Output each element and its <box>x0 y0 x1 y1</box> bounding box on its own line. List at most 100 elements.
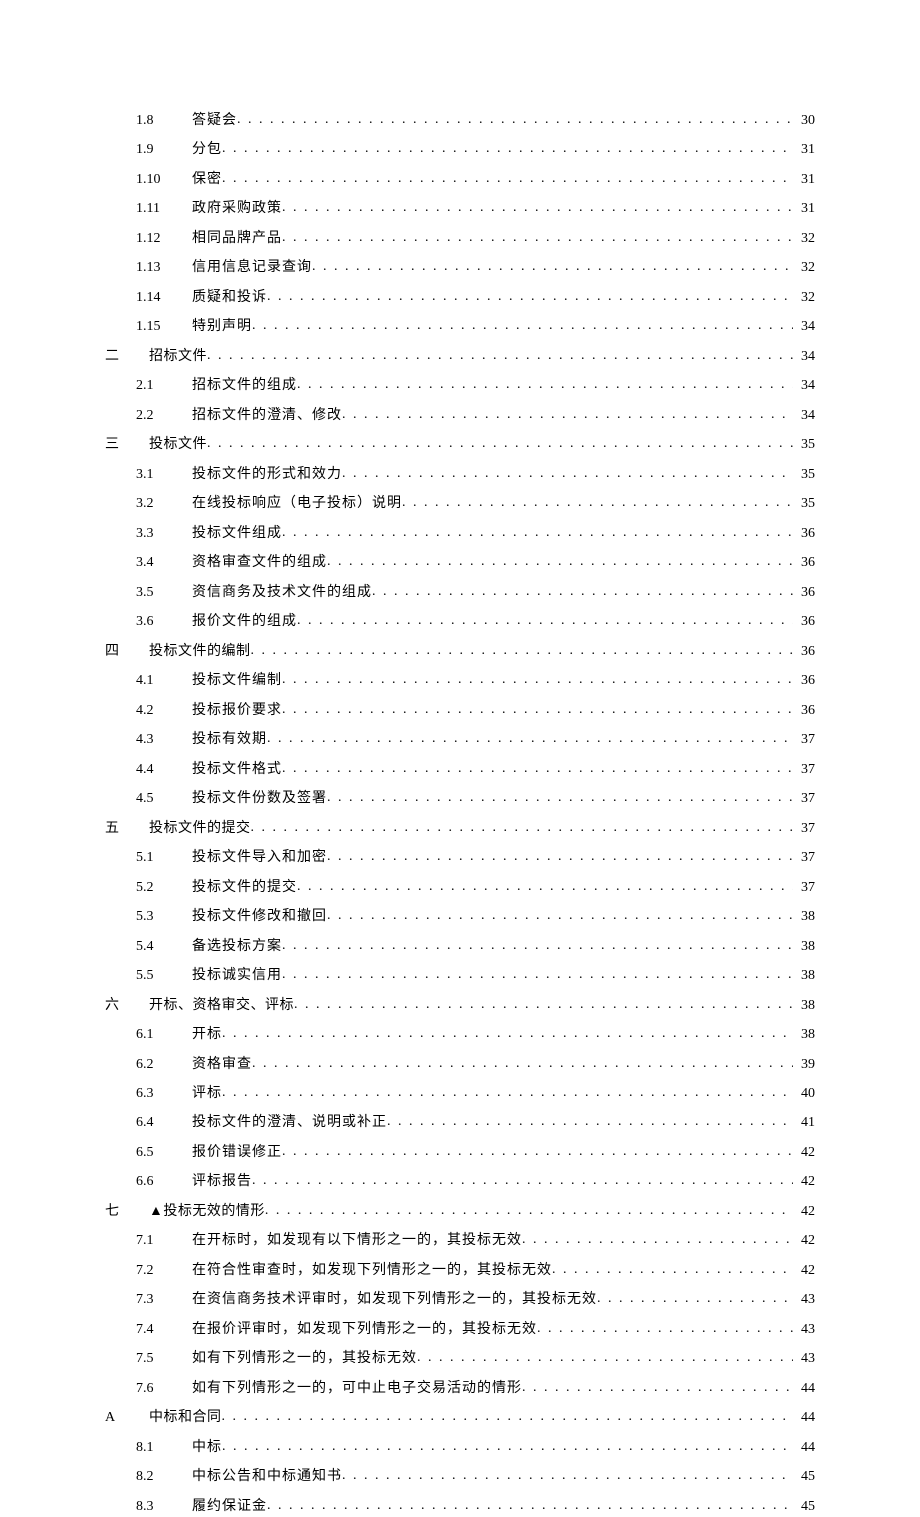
toc-entry: 3.1投标文件的形式和效力35 <box>105 464 815 485</box>
toc-page-number: 36 <box>793 701 815 721</box>
toc-leader-dots <box>522 1378 793 1392</box>
toc-title: 履约保证金 <box>192 1497 267 1517</box>
toc-page-number: 36 <box>793 671 815 691</box>
toc-title: 投标文件的澄清、说明或补正 <box>192 1113 387 1133</box>
toc-page-number: 36 <box>793 612 815 632</box>
toc-page-number: 37 <box>793 730 815 750</box>
toc-title: 投标诚实信用 <box>192 966 282 986</box>
toc-number: 1.15 <box>136 317 192 337</box>
toc-page-number: 34 <box>793 317 815 337</box>
toc-entry: 3.5资信商务及技术文件的组成36 <box>105 582 815 603</box>
toc-title: 投标文件的提交 <box>149 819 251 839</box>
toc-title: 在开标时，如发现有以下情形之一的，其投标无效 <box>192 1231 522 1251</box>
toc-entry: 5.4备选投标方案38 <box>105 936 815 957</box>
toc-entry: 1.15特别声明34 <box>105 316 815 337</box>
toc-title: 政府采购政策 <box>192 199 282 219</box>
toc-leader-dots <box>222 1024 793 1038</box>
toc-entry: 7.3在资信商务技术评审时，如发现下列情形之一的，其投标无效43 <box>105 1289 815 1310</box>
toc-entry: 5.2投标文件的提交37 <box>105 877 815 898</box>
toc-page: 1.8答疑会301.9分包311.10保密311.11政府采购政策311.12相… <box>0 0 920 1301</box>
toc-page-number: 34 <box>793 406 815 426</box>
toc-leader-dots <box>282 700 793 714</box>
toc-title: 招标文件的澄清、修改 <box>192 406 342 426</box>
toc-entry: 1.11政府采购政策31 <box>105 198 815 219</box>
toc-entry: 1.8答疑会30 <box>105 110 815 131</box>
toc-number: 1.9 <box>136 140 192 160</box>
toc-leader-dots <box>372 582 793 596</box>
toc-page-number: 42 <box>793 1143 815 1163</box>
toc-number: 7.6 <box>136 1379 192 1399</box>
toc-leader-dots <box>282 670 793 684</box>
toc-page-number: 45 <box>793 1467 815 1487</box>
toc-entry: 1.9分包31 <box>105 139 815 160</box>
toc-number: 3.6 <box>136 612 192 632</box>
toc-number: 2.1 <box>136 376 192 396</box>
toc-title: 如有下列情形之一的，其投标无效 <box>192 1349 417 1369</box>
toc-page-number: 36 <box>793 583 815 603</box>
toc-leader-dots <box>207 434 793 448</box>
toc-entry: 7.1在开标时，如发现有以下情形之一的，其投标无效42 <box>105 1230 815 1251</box>
toc-entry: 7.6如有下列情形之一的，可中止电子交易活动的情形44 <box>105 1378 815 1399</box>
toc-number: 六 <box>105 996 149 1016</box>
toc-page-number: 42 <box>793 1202 815 1222</box>
toc-page-number: 43 <box>793 1320 815 1340</box>
toc-title: 开标、资格审交、评标 <box>149 996 294 1016</box>
toc-leader-dots <box>552 1260 793 1274</box>
toc-entry: 1.14质疑和投诉32 <box>105 287 815 308</box>
toc-title: 相同品牌产品 <box>192 229 282 249</box>
toc-number: 3.1 <box>136 465 192 485</box>
toc-leader-dots <box>522 1230 793 1244</box>
toc-number: 四 <box>105 642 149 662</box>
toc-entry: 1.13信用信息记录查询32 <box>105 257 815 278</box>
toc-page-number: 44 <box>793 1379 815 1399</box>
toc-title: 在报价评审时，如发现下列情形之一的，其投标无效 <box>192 1320 537 1340</box>
toc-entry: 3.4资格审查文件的组成36 <box>105 552 815 573</box>
toc-title: 投标文件的编制 <box>149 642 251 662</box>
toc-title: 答疑会 <box>192 111 237 131</box>
toc-number: 2.2 <box>136 406 192 426</box>
toc-title: 质疑和投诉 <box>192 288 267 308</box>
toc-entry: 七▲投标无效的情形42 <box>105 1201 815 1222</box>
toc-title: 投标文件份数及签署 <box>192 789 327 809</box>
toc-leader-dots <box>597 1289 793 1303</box>
toc-leader-dots <box>342 464 793 478</box>
toc-number: 5.1 <box>136 848 192 868</box>
toc-title: 开标 <box>192 1025 222 1045</box>
toc-number: 5.3 <box>136 907 192 927</box>
toc-leader-dots <box>251 641 794 655</box>
toc-entry: 五投标文件的提交37 <box>105 818 815 839</box>
toc-entry: 3.3投标文件组成36 <box>105 523 815 544</box>
toc-title: 投标文件的形式和效力 <box>192 465 342 485</box>
toc-number: 7.1 <box>136 1231 192 1251</box>
toc-title: 资信商务及技术文件的组成 <box>192 583 372 603</box>
toc-title: 投标文件编制 <box>192 671 282 691</box>
toc-number: 8.3 <box>136 1497 192 1517</box>
toc-leader-dots <box>327 906 793 920</box>
toc-title: 信用信息记录查询 <box>192 258 312 278</box>
toc-leader-dots <box>282 1142 793 1156</box>
toc-number: 七 <box>105 1202 149 1222</box>
toc-number: 8.1 <box>136 1438 192 1458</box>
toc-title: 评标报告 <box>192 1172 252 1192</box>
toc-leader-dots <box>267 1496 793 1510</box>
toc-entry: 4.5投标文件份数及签署37 <box>105 788 815 809</box>
toc-leader-dots <box>252 316 793 330</box>
toc-title: 在符合性审查时，如发现下列情形之一的，其投标无效 <box>192 1261 552 1281</box>
toc-number: 8.2 <box>136 1467 192 1487</box>
toc-entry: 7.4在报价评审时，如发现下列情形之一的，其投标无效43 <box>105 1319 815 1340</box>
toc-page-number: 44 <box>793 1438 815 1458</box>
toc-entry: 6.2资格审查39 <box>105 1054 815 1075</box>
toc-entry: 5.1投标文件导入和加密37 <box>105 847 815 868</box>
toc-page-number: 36 <box>793 642 815 662</box>
toc-entry: 4.1投标文件编制36 <box>105 670 815 691</box>
toc-page-number: 38 <box>793 966 815 986</box>
toc-number: 6.2 <box>136 1055 192 1075</box>
toc-title: 在线投标响应（电子投标）说明 <box>192 494 402 514</box>
toc-number: 五 <box>105 819 149 839</box>
toc-title: 投标文件格式 <box>192 760 282 780</box>
toc-page-number: 37 <box>793 878 815 898</box>
toc-entry: 4.3投标有效期37 <box>105 729 815 750</box>
toc-page-number: 38 <box>793 907 815 927</box>
toc-number: 4.5 <box>136 789 192 809</box>
toc-page-number: 43 <box>793 1349 815 1369</box>
